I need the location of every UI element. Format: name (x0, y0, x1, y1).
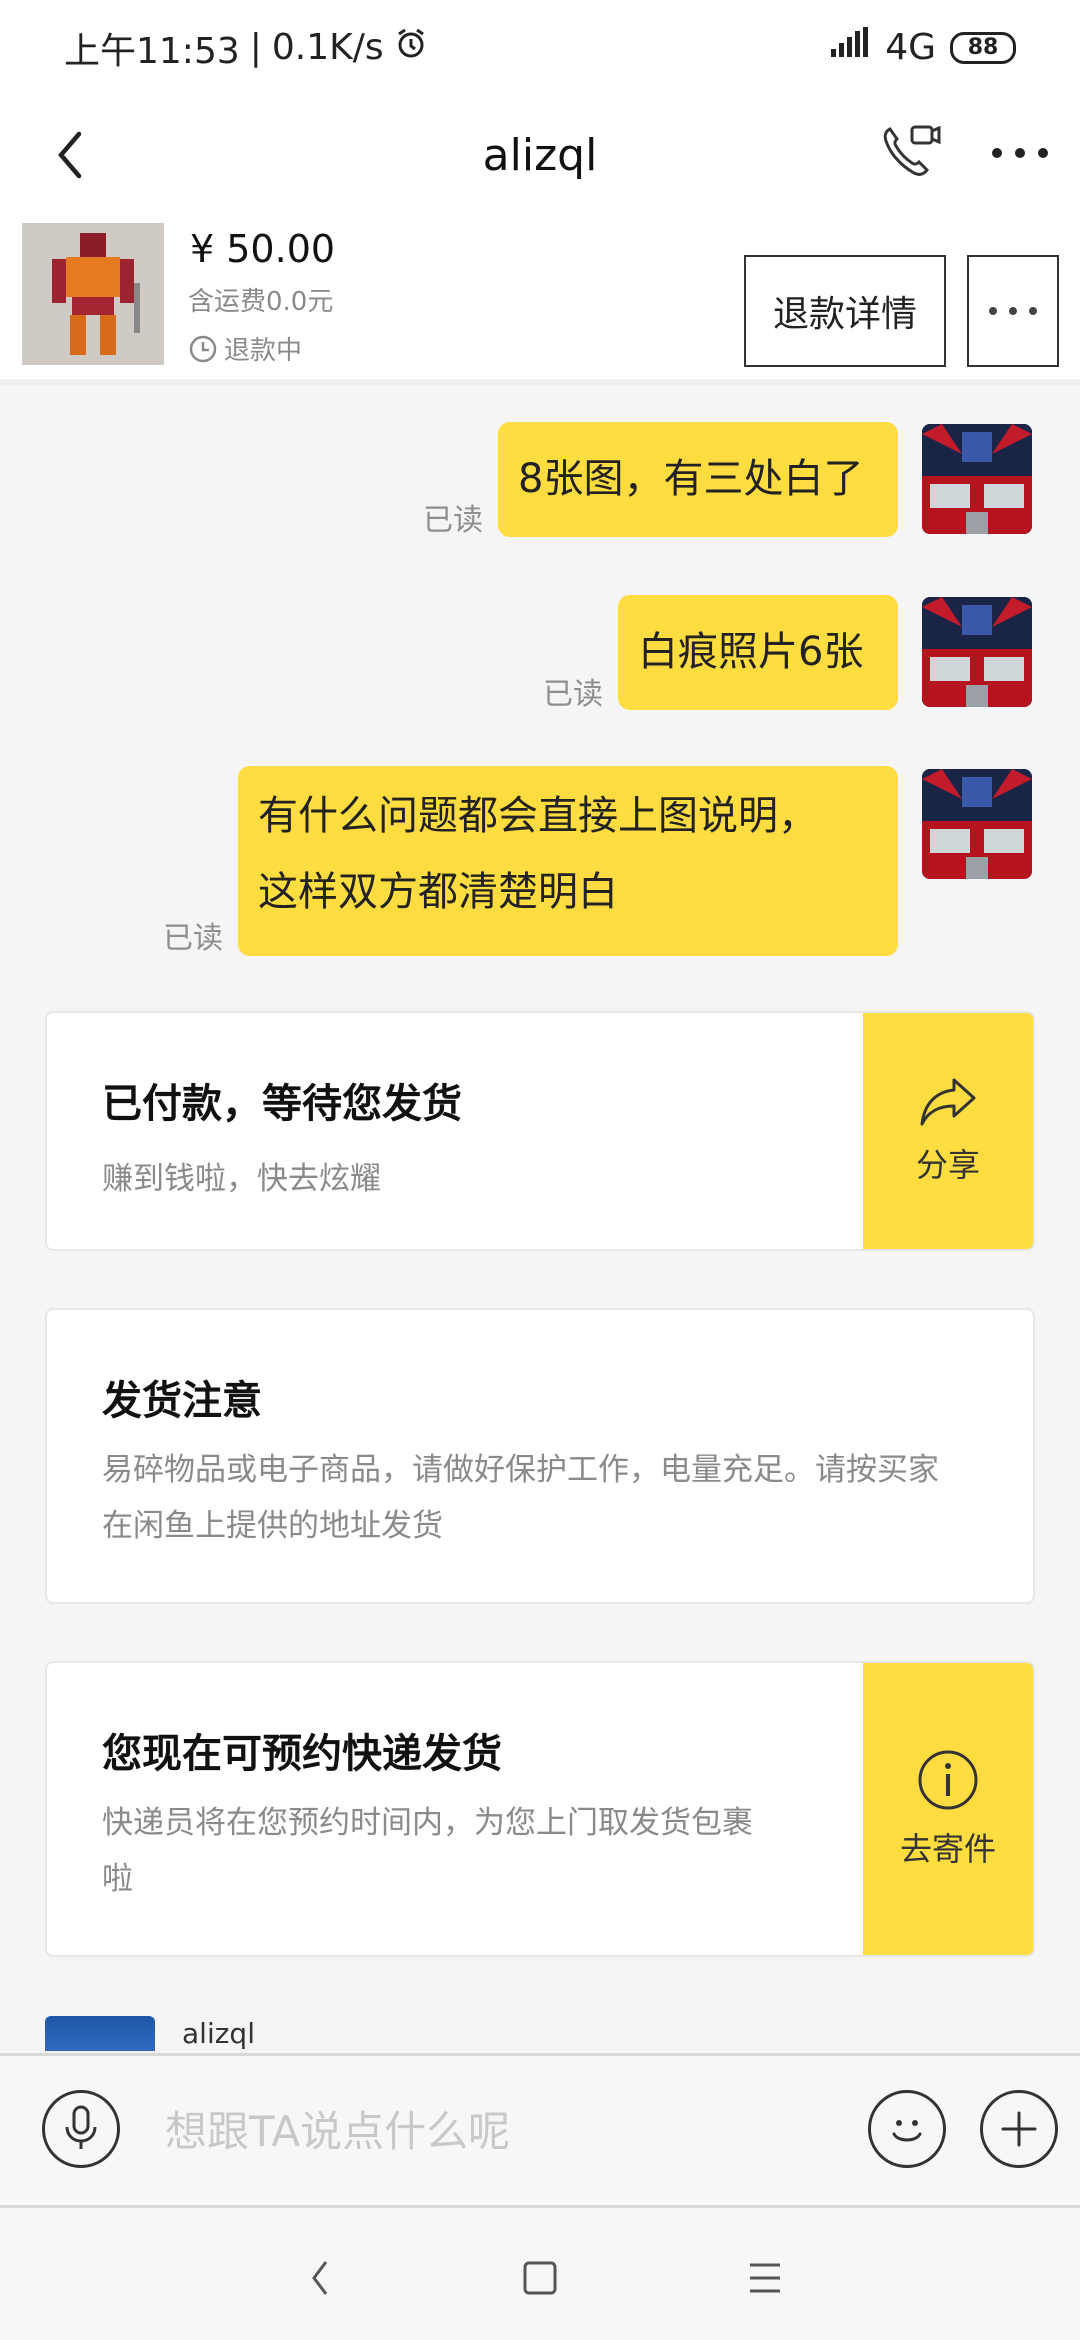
alarm-icon (394, 26, 428, 69)
card-text-line: 在闲鱼上提供的地址发货 (102, 1508, 443, 1544)
signal-icon (829, 27, 871, 68)
menu-icon (750, 2263, 780, 2293)
system-back-button[interactable] (290, 2248, 350, 2308)
product-bar[interactable]: ¥ 50.00 含运费0.0元 退款中 退款详情 (0, 215, 1080, 385)
status-separator: | (249, 27, 262, 68)
back-icon (312, 2261, 328, 2295)
message-bubble[interactable]: 白痕照片6张 (618, 595, 898, 710)
robot-avatar-image (922, 597, 1032, 707)
robot-avatar-image (922, 769, 1032, 879)
product-shipping: 含运费0.0元 (188, 287, 334, 317)
card-title: 已付款，等待您发货 (102, 1081, 462, 1127)
clock-icon (189, 335, 217, 362)
more-dots-icon (989, 307, 1037, 315)
system-navigation-bar (0, 2208, 1080, 2340)
shipping-notice-card: 发货注意 易碎物品或电子商品，请做好保护工作，电量充足。请按买家 在闲鱼上提供的… (45, 1308, 1035, 1604)
add-button[interactable] (980, 2090, 1058, 2168)
card-text-line: 易碎物品或电子商品，请做好保护工作，电量充足。请按买家 (102, 1452, 939, 1488)
more-button[interactable] (985, 123, 1055, 183)
peer-name: alizql (182, 2017, 255, 2050)
call-button[interactable] (870, 113, 950, 193)
status-speed: 0.1K/s (271, 27, 384, 68)
card-title: 发货注意 (102, 1378, 262, 1424)
chat-title: alizql (482, 129, 598, 181)
card-subtitle: 赚到钱啦，快去炫耀 (102, 1161, 381, 1197)
input-bar (0, 2053, 1080, 2208)
read-receipt: 已读 (543, 677, 603, 712)
refund-details-button[interactable]: 退款详情 (744, 255, 946, 367)
network-type: 4G (885, 27, 936, 68)
product-status: 退款中 (188, 330, 302, 367)
payment-status-card[interactable]: 已付款，等待您发货 赚到钱啦，快去炫耀 分享 (45, 1011, 1035, 1251)
plus-icon (1001, 2111, 1037, 2147)
status-time: 上午11:53 (64, 30, 240, 72)
phone-video-icon (883, 125, 941, 176)
product-image[interactable] (22, 223, 164, 365)
info-icon (918, 1750, 978, 1810)
share-icon (920, 1078, 976, 1126)
chat-area[interactable]: 已读 8张图，有三处白了 已读 白痕照片6张 已读 有什么问题都会直接上图说明，… (0, 391, 1080, 2051)
product-status-label: 退款中 (224, 336, 303, 366)
back-arrow-icon (58, 131, 82, 179)
toy-robot-image (22, 223, 164, 365)
status-right: 4G 88 (829, 27, 1016, 68)
status-bar: 上午11:53 | 0.1K/s 4G 88 (0, 0, 1080, 95)
peer-avatar[interactable] (45, 2016, 155, 2051)
share-button[interactable]: 分享 (863, 1013, 1033, 1249)
home-square-icon (523, 2261, 557, 2295)
system-home-button[interactable] (510, 2248, 570, 2308)
share-label: 分享 (915, 1146, 980, 1184)
product-more-button[interactable] (967, 255, 1059, 367)
message-bubble[interactable]: 8张图，有三处白了 (498, 422, 898, 537)
card-title: 您现在可预约快递发货 (102, 1731, 502, 1777)
read-receipt: 已读 (423, 503, 483, 538)
more-dots-icon (992, 148, 1048, 158)
emoji-button[interactable] (868, 2090, 946, 2168)
card-text-line: 快递员将在您预约时间内，为您上门取发货包裹 (102, 1805, 753, 1841)
smiley-icon (892, 2120, 922, 2142)
my-avatar[interactable] (922, 424, 1032, 534)
system-menu-button[interactable] (735, 2248, 795, 2308)
microphone-icon (65, 2105, 97, 2149)
product-price: ¥ 50.00 (190, 227, 336, 271)
battery-indicator: 88 (950, 31, 1016, 64)
message-line: 有什么问题都会直接上图说明， (258, 793, 818, 839)
chat-header: alizql (0, 95, 1080, 215)
message-bubble[interactable]: 有什么问题都会直接上图说明， 这样双方都清楚明白 (238, 766, 898, 956)
back-button[interactable] (40, 117, 100, 193)
voice-button[interactable] (42, 2090, 120, 2168)
send-package-button[interactable]: 去寄件 (863, 1663, 1033, 1955)
send-package-label: 去寄件 (899, 1830, 996, 1868)
courier-booking-card[interactable]: 您现在可预约快递发货 快递员将在您预约时间内，为您上门取发货包裹 啦 去寄件 (45, 1661, 1035, 1957)
card-text-line: 啦 (102, 1861, 133, 1897)
status-left: 上午11:53 | 0.1K/s (64, 22, 428, 74)
my-avatar[interactable] (922, 769, 1032, 879)
robot-avatar-image (922, 424, 1032, 534)
read-receipt: 已读 (163, 921, 223, 956)
message-line: 这样双方都清楚明白 (258, 869, 618, 915)
my-avatar[interactable] (922, 597, 1032, 707)
message-input[interactable] (165, 2086, 845, 2176)
